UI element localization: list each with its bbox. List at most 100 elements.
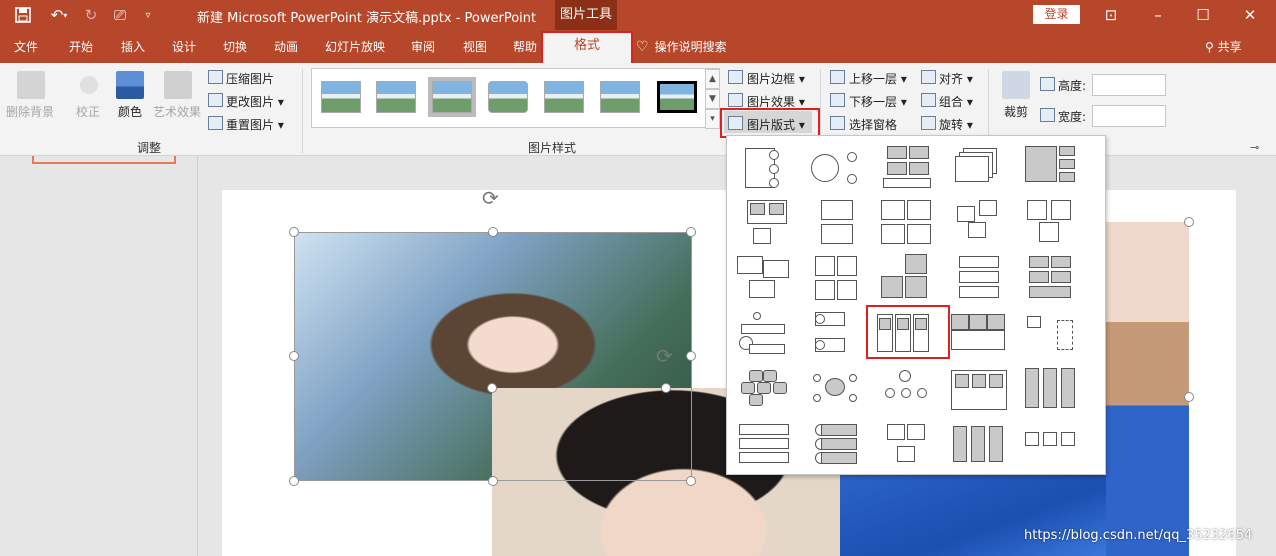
photo-girl-blue-sweater-lower[interactable]: [840, 475, 1106, 556]
login-button[interactable]: 登录: [1033, 5, 1080, 24]
resize-handle[interactable]: [487, 383, 497, 393]
layout-option[interactable]: [1021, 198, 1079, 246]
layout-option[interactable]: [807, 310, 865, 358]
crop-button[interactable]: 裁剪: [1004, 103, 1028, 120]
picture-border-label: 图片边框: [747, 72, 796, 86]
tab-slideshow[interactable]: 幻灯片放映: [325, 38, 385, 55]
layout-option[interactable]: [949, 422, 1007, 470]
tab-review[interactable]: 审阅: [411, 38, 435, 55]
tab-file[interactable]: 文件: [14, 38, 38, 55]
selection-pane-button[interactable]: 选择窗格: [849, 116, 897, 133]
layout-option[interactable]: [807, 366, 865, 414]
layout-option[interactable]: [739, 144, 797, 192]
layout-option[interactable]: [807, 144, 865, 192]
color-icon: [116, 71, 144, 99]
close-icon[interactable]: ✕: [1230, 0, 1270, 30]
ribbon-display-icon[interactable]: ⊡: [1091, 0, 1131, 30]
layout-option[interactable]: [949, 310, 1007, 358]
style-thumb[interactable]: [544, 81, 584, 113]
layout-option[interactable]: [949, 198, 1007, 246]
rotate-button[interactable]: 旋转 ▾: [939, 116, 973, 133]
tab-design[interactable]: 设计: [172, 38, 196, 55]
style-thumb[interactable]: [321, 81, 361, 113]
share-button[interactable]: ⚲ 共享: [1205, 38, 1242, 55]
rotate-handle-icon[interactable]: ⟳: [656, 344, 673, 368]
color-button[interactable]: 颜色: [118, 103, 142, 120]
style-thumb[interactable]: [657, 81, 697, 113]
tab-view[interactable]: 视图: [463, 38, 487, 55]
collapse-ribbon-icon[interactable]: ⊸: [1250, 141, 1259, 154]
layout-option[interactable]: [1021, 254, 1079, 302]
resize-handle[interactable]: [289, 227, 299, 237]
change-picture-label: 更改图片: [226, 95, 275, 109]
resize-handle[interactable]: [661, 383, 671, 393]
minimize-icon[interactable]: –: [1138, 0, 1178, 30]
gallery-down-icon[interactable]: ▼: [705, 89, 720, 109]
layout-option[interactable]: [739, 198, 797, 246]
resize-handle[interactable]: [488, 227, 498, 237]
tab-insert[interactable]: 插入: [121, 38, 145, 55]
layout-option[interactable]: [807, 254, 865, 302]
layout-option[interactable]: [735, 310, 793, 358]
layout-option[interactable]: [735, 422, 793, 470]
resize-handle[interactable]: [1184, 392, 1194, 402]
redo-icon[interactable]: ↻: [80, 0, 102, 30]
width-input[interactable]: [1092, 105, 1166, 127]
tab-transitions[interactable]: 切换: [223, 38, 247, 55]
layout-option[interactable]: [949, 144, 1007, 192]
remove-background-button[interactable]: 删除背景: [6, 103, 54, 120]
selection-pane-icon: [830, 116, 845, 130]
layout-option[interactable]: [1021, 422, 1079, 470]
selected-slide-thumbnail[interactable]: [32, 156, 176, 164]
layout-option[interactable]: [949, 366, 1007, 414]
style-thumb[interactable]: [376, 81, 416, 113]
gallery-more-icon[interactable]: ▾: [705, 109, 720, 129]
group-button[interactable]: 组合 ▾: [939, 93, 973, 110]
layout-option[interactable]: [1021, 366, 1079, 414]
layout-option[interactable]: [877, 366, 935, 414]
style-thumb[interactable]: [488, 81, 528, 113]
height-input[interactable]: [1092, 74, 1166, 96]
change-picture-button[interactable]: 更改图片 ▾: [226, 93, 284, 110]
customize-icon[interactable]: ▿: [140, 0, 156, 30]
resize-handle[interactable]: [686, 351, 696, 361]
tab-help[interactable]: 帮助: [513, 38, 537, 55]
layout-option[interactable]: [1021, 144, 1079, 192]
resize-handle[interactable]: [686, 476, 696, 486]
send-backward-button[interactable]: 下移一层 ▾: [849, 93, 907, 110]
photo-girl-blue-sweater[interactable]: [1106, 222, 1189, 556]
tab-home[interactable]: 开始: [69, 38, 93, 55]
gallery-up-icon[interactable]: ▲: [705, 69, 720, 89]
layout-option[interactable]: [877, 198, 935, 246]
tab-animations[interactable]: 动画: [274, 38, 298, 55]
bring-forward-button[interactable]: 上移一层 ▾: [849, 70, 907, 87]
picture-border-button[interactable]: 图片边框 ▾: [747, 70, 805, 87]
maximize-icon[interactable]: ☐: [1183, 0, 1223, 30]
compress-pictures-button[interactable]: 压缩图片: [226, 70, 274, 87]
resize-handle[interactable]: [1184, 217, 1194, 227]
layout-option[interactable]: [807, 198, 865, 246]
layout-option[interactable]: [949, 254, 1007, 302]
layout-option[interactable]: [735, 254, 793, 302]
reset-picture-button[interactable]: 重置图片 ▾: [226, 116, 284, 133]
artistic-effects-button[interactable]: 艺术效果: [153, 103, 201, 120]
layout-option[interactable]: [735, 366, 793, 414]
layout-option[interactable]: [877, 422, 935, 470]
align-button[interactable]: 对齐 ▾: [939, 70, 973, 87]
style-thumb[interactable]: [432, 81, 472, 113]
resize-handle[interactable]: [289, 351, 299, 361]
layout-option[interactable]: [877, 254, 935, 302]
resize-handle[interactable]: [289, 476, 299, 486]
undo-icon[interactable]: ↶ ▾: [44, 0, 74, 30]
save-icon[interactable]: [10, 0, 36, 30]
resize-handle[interactable]: [488, 476, 498, 486]
resize-handle[interactable]: [686, 227, 696, 237]
layout-option[interactable]: [807, 422, 865, 470]
layout-option[interactable]: [877, 144, 935, 192]
corrections-button[interactable]: 校正: [76, 103, 100, 120]
style-thumb[interactable]: [600, 81, 640, 113]
rotate-handle-icon[interactable]: ⟳: [482, 186, 499, 210]
start-from-beginning-icon[interactable]: ⎚: [108, 0, 132, 30]
layout-option[interactable]: [1021, 310, 1079, 358]
tell-me-search[interactable]: ♡ 操作说明搜索: [636, 38, 727, 55]
